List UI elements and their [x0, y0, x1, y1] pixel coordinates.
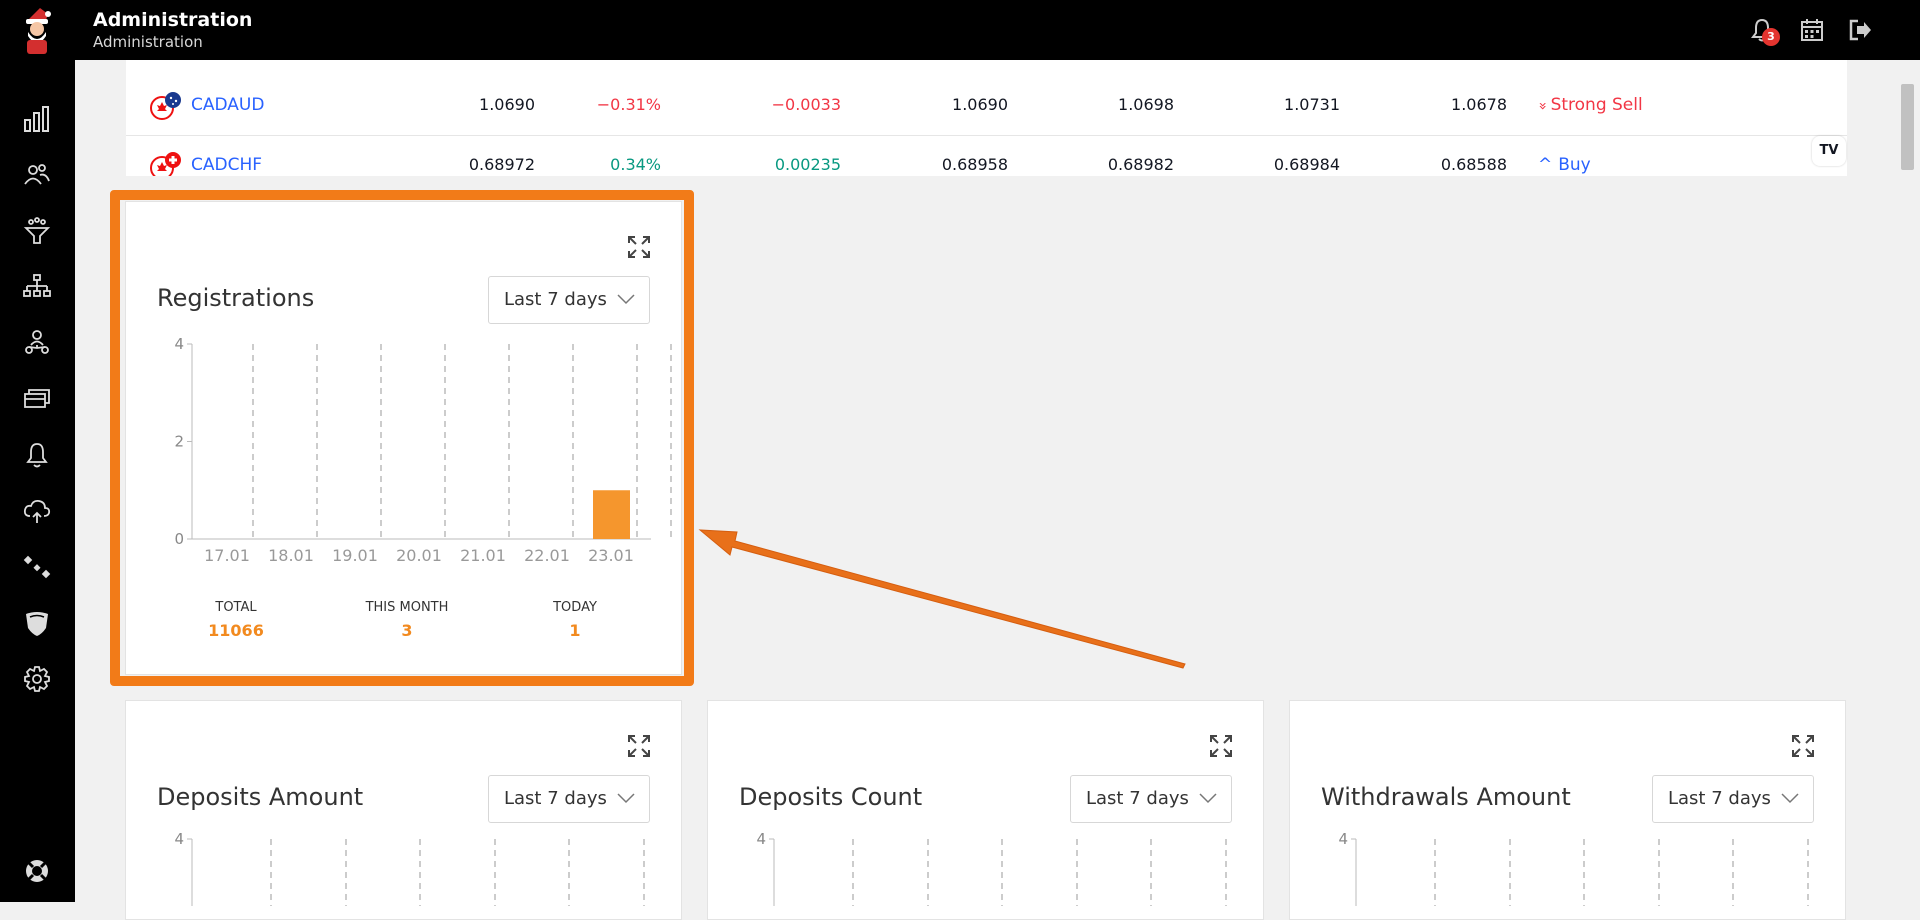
- tradingview-logo-icon[interactable]: TV: [1812, 136, 1846, 166]
- sidebar: [0, 60, 75, 902]
- widget-title: Deposits Count: [739, 783, 923, 811]
- y-tick-label: 4: [174, 335, 184, 353]
- expand-icon[interactable]: [1208, 733, 1234, 759]
- date-range-select[interactable]: Last 7 days: [1070, 775, 1232, 823]
- widget-title: Deposits Amount: [157, 783, 364, 811]
- table-row[interactable]: CADAUD 1.0690 −0.31% −0.0033 1.0690 1.06…: [126, 76, 1847, 136]
- widget-title: Withdrawals Amount: [1321, 783, 1571, 811]
- registrations-chart: 0 2 4 17.01 18.01 19.01 20.01 21.01 22.01 23.01: [174, 335, 672, 565]
- deposits-count-widget: Deposits Count Last 7 days 4: [707, 700, 1264, 920]
- expand-icon[interactable]: [1790, 733, 1816, 759]
- funnel-icon[interactable]: [22, 216, 52, 246]
- chevron-down-icon: [617, 294, 635, 305]
- chevron-down-icon: [617, 793, 635, 804]
- date-range-select[interactable]: Last 7 days: [488, 775, 650, 823]
- date-range-value: Last 7 days: [504, 788, 607, 809]
- gear-icon[interactable]: [22, 664, 52, 694]
- deposits-amount-widget: Deposits Amount Last 7 days 4: [125, 700, 682, 920]
- network-icon[interactable]: [22, 328, 52, 358]
- withdrawals-amount-chart: 4: [1338, 830, 1809, 906]
- org-chart-icon[interactable]: [22, 272, 52, 302]
- date-range-value: Last 7 days: [504, 289, 607, 310]
- x-tick-label: 20.01: [396, 546, 442, 565]
- open-price: 1.0690: [952, 95, 1008, 114]
- x-tick-label: 18.01: [268, 546, 314, 565]
- total-label: TOTAL: [215, 600, 257, 615]
- satellite-icon[interactable]: [22, 552, 52, 582]
- y-tick-label: 0: [174, 530, 184, 548]
- high-price: 0.68984: [1273, 155, 1340, 174]
- change-value: 0.00235: [774, 155, 841, 174]
- cloud-sync-icon[interactable]: [22, 496, 52, 526]
- page-scrollbar[interactable]: [1896, 60, 1920, 902]
- y-tick-label: 4: [174, 830, 184, 848]
- date-range-value: Last 7 days: [1086, 788, 1189, 809]
- top-bar: Administration Administration 3: [0, 0, 1920, 60]
- table-row[interactable]: CADCHF 0.68972 0.34% 0.00235 0.68958 0.6…: [126, 136, 1847, 176]
- change-value: −0.0033: [771, 95, 841, 114]
- this-month-value: 3: [401, 621, 413, 640]
- date-range-select[interactable]: Last 7 days: [1652, 775, 1814, 823]
- low-price: 0.68588: [1440, 155, 1507, 174]
- bell-icon[interactable]: [22, 440, 52, 470]
- x-tick-label: 21.01: [460, 546, 506, 565]
- registrations-widget: Registrations Last 7 days 0 2 4 17.01 18.01 1…: [125, 201, 682, 675]
- cad-aud-flag-icon: [150, 92, 181, 120]
- bid-price: 0.68982: [1107, 155, 1174, 174]
- cad-chf-flag-icon: [150, 152, 181, 176]
- logout-icon[interactable]: [1846, 16, 1874, 44]
- deposits-amount-chart: 4: [174, 830, 645, 906]
- date-range-select[interactable]: Last 7 days: [488, 276, 650, 324]
- rating-label: ^ Buy: [1538, 155, 1591, 175]
- calendar-icon[interactable]: [1798, 16, 1826, 44]
- chevron-down-icon: [1199, 793, 1217, 804]
- chevron-down-icon: [1781, 793, 1799, 804]
- bid-price: 1.0698: [1118, 95, 1174, 114]
- change-percent: −0.31%: [596, 95, 661, 114]
- x-tick-label: 17.01: [204, 546, 250, 565]
- rating-label: »Strong Sell: [1534, 95, 1643, 115]
- expand-icon[interactable]: [626, 234, 652, 260]
- deposits-count-chart: 4: [756, 830, 1227, 906]
- symbol-link[interactable]: CADCHF: [191, 155, 262, 175]
- x-tick-label: 19.01: [332, 546, 378, 565]
- last-price: 1.0690: [479, 95, 535, 114]
- annotation-arrow-icon: [698, 529, 1186, 669]
- x-tick-label: 23.01: [588, 546, 634, 565]
- today-label: TODAY: [553, 600, 597, 615]
- date-range-value: Last 7 days: [1668, 788, 1771, 809]
- santa-logo-icon[interactable]: [20, 6, 54, 56]
- x-tick-label: 22.01: [524, 546, 570, 565]
- open-price: 0.68958: [941, 155, 1008, 174]
- withdrawals-amount-widget: Withdrawals Amount Last 7 days 4: [1289, 700, 1846, 920]
- shield-icon[interactable]: [22, 608, 52, 638]
- expand-icon[interactable]: [626, 733, 652, 759]
- app-subtitle: Administration: [93, 33, 203, 51]
- low-price: 1.0678: [1451, 95, 1507, 114]
- bar-chart-icon[interactable]: [22, 104, 52, 134]
- y-tick-label: 4: [1338, 830, 1348, 848]
- chevron-up-icon: ^: [1538, 155, 1553, 175]
- cards-icon[interactable]: [22, 384, 52, 414]
- y-tick-label: 4: [756, 830, 766, 848]
- double-chevron-down-icon: »: [1534, 101, 1551, 111]
- users-icon[interactable]: [22, 160, 52, 190]
- widget-title: Registrations: [157, 284, 315, 312]
- today-value: 1: [569, 621, 581, 640]
- change-percent: 0.34%: [610, 155, 661, 174]
- total-value: 11066: [208, 621, 264, 640]
- market-ticker-table: CADAUD 1.0690 −0.31% −0.0033 1.0690 1.06…: [126, 60, 1847, 176]
- symbol-link[interactable]: CADAUD: [191, 95, 264, 115]
- this-month-label: THIS MONTH: [365, 600, 449, 615]
- app-title: Administration: [93, 9, 253, 31]
- last-price: 0.68972: [468, 155, 535, 174]
- y-tick-label: 2: [174, 433, 184, 451]
- high-price: 1.0731: [1284, 95, 1340, 114]
- lifebuoy-icon[interactable]: [22, 856, 52, 886]
- bar: [593, 490, 630, 539]
- scrollbar-thumb[interactable]: [1901, 84, 1914, 170]
- notification-badge: 3: [1762, 28, 1780, 46]
